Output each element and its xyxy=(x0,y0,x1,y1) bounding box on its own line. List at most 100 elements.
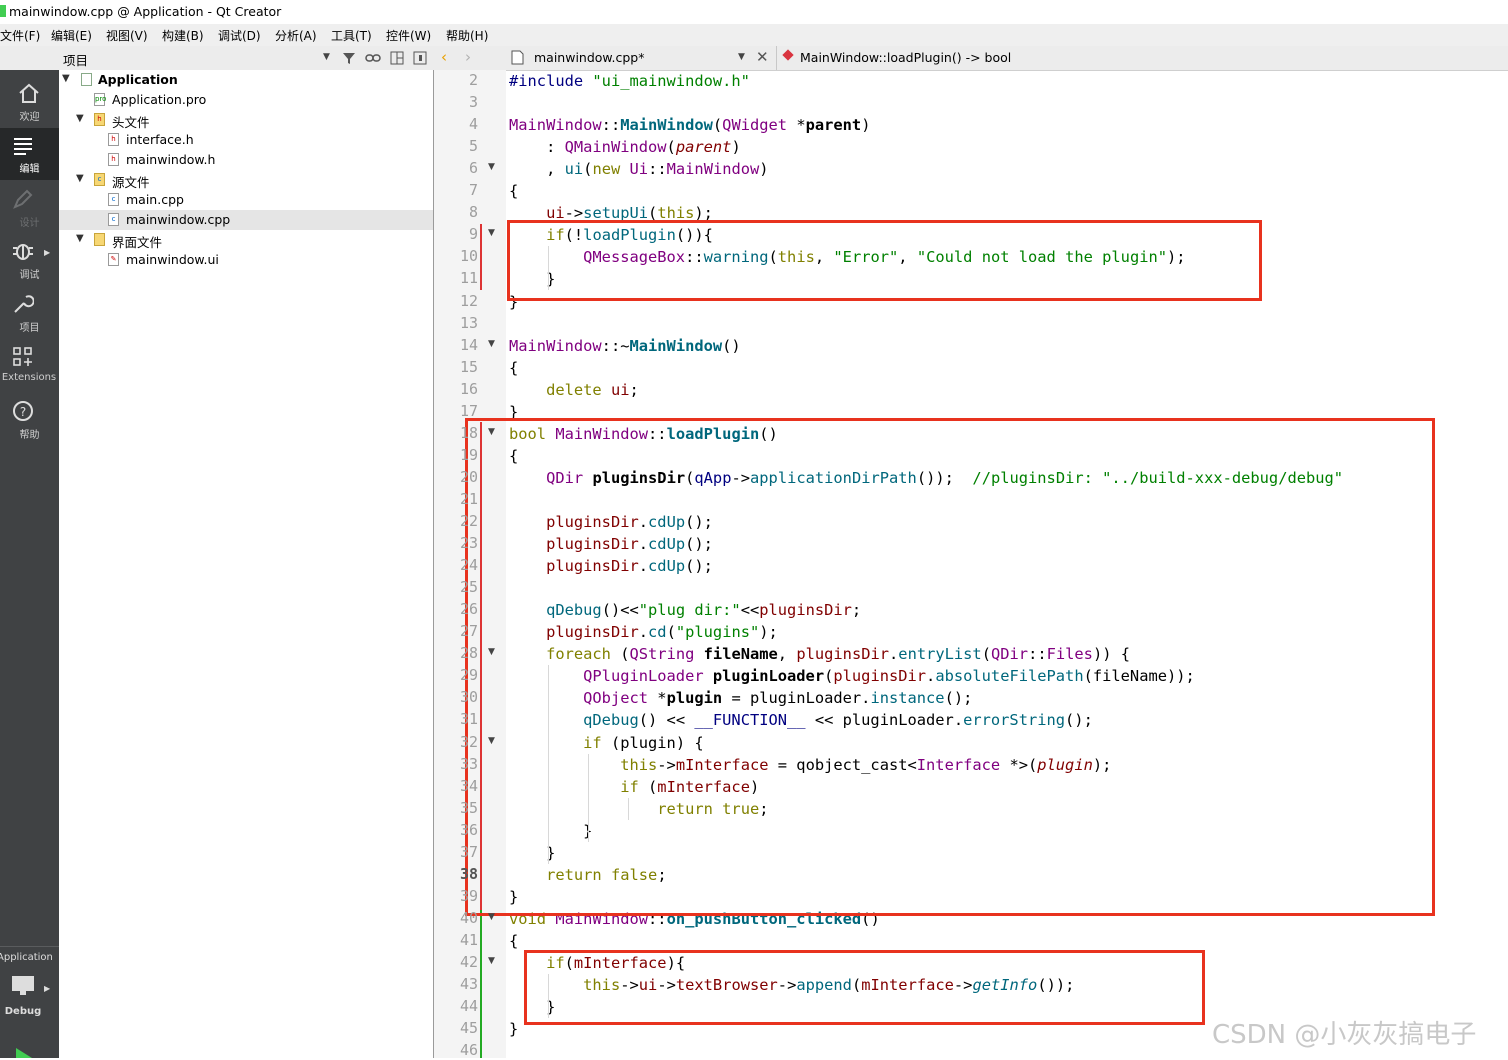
split-icon[interactable] xyxy=(390,51,404,65)
kit-divider xyxy=(0,946,59,947)
line-number: 25 xyxy=(459,578,478,597)
line-number: 16 xyxy=(459,379,478,398)
help-icon: ? xyxy=(13,401,33,421)
qt-creator-icon xyxy=(0,5,6,17)
line-number: 29 xyxy=(459,666,478,685)
window-titlebar: mainwindow.cpp @ Application - Qt Creato… xyxy=(0,0,1508,24)
line-number: 26 xyxy=(459,600,478,619)
close-panel-icon[interactable] xyxy=(413,51,427,65)
annotation-box-loadplugin-function xyxy=(465,418,1435,916)
tree-root[interactable]: ▼ Application xyxy=(59,70,433,90)
fold-arrow-icon[interactable]: ▼ xyxy=(488,736,495,746)
menu-analyze[interactable]: 分析(A) xyxy=(275,27,317,44)
header-folder-icon: h xyxy=(94,113,105,126)
line-number: 46 xyxy=(459,1041,478,1060)
annotation-box-loadplugin-call xyxy=(507,220,1262,301)
collapse-arrow-icon[interactable]: ▼ xyxy=(62,73,70,84)
back-arrow-icon[interactable]: ‹ xyxy=(441,48,447,66)
menu-help[interactable]: 帮助(H) xyxy=(446,27,488,44)
code-line[interactable]: { xyxy=(509,359,518,377)
fold-arrow-icon[interactable]: ▼ xyxy=(488,228,495,238)
line-number: 37 xyxy=(459,842,478,861)
line-number: 7 xyxy=(468,181,478,200)
line-number: 2 xyxy=(468,71,478,89)
line-number: 13 xyxy=(459,313,478,332)
menu-file[interactable]: 文件(F) xyxy=(0,27,40,44)
line-number: 6 xyxy=(468,159,478,178)
code-line[interactable]: MainWindow::~MainWindow() xyxy=(509,337,741,355)
monitor-icon xyxy=(12,976,34,995)
fold-arrow-icon[interactable]: ▼ xyxy=(488,162,495,172)
collapse-arrow-icon[interactable]: ▼ xyxy=(76,233,84,244)
code-line[interactable]: { xyxy=(509,932,518,950)
design-icon xyxy=(13,189,33,209)
line-number: 36 xyxy=(459,820,478,839)
tree-item-mainwindow-ui[interactable]: ✎ mainwindow.ui xyxy=(59,250,433,270)
menu-view[interactable]: 视图(V) xyxy=(106,27,148,44)
tree-item-mainwindow-h[interactable]: h mainwindow.h xyxy=(59,150,433,170)
menu-controls[interactable]: 控件(W) xyxy=(386,27,431,44)
line-number: 44 xyxy=(459,997,478,1016)
fold-arrow-icon[interactable]: ▼ xyxy=(488,647,495,657)
tree-item-main-cpp[interactable]: c main.cpp xyxy=(59,190,433,210)
forward-arrow-icon[interactable]: › xyxy=(465,48,471,66)
mode-debug[interactable]: ▶ 调试 xyxy=(0,234,59,286)
code-line[interactable]: , ui(new Ui::MainWindow) xyxy=(509,160,769,178)
code-line[interactable]: { xyxy=(509,182,518,200)
line-number: 24 xyxy=(459,556,478,575)
line-number: 3 xyxy=(468,93,478,112)
code-line[interactable]: MainWindow::MainWindow(QWidget *parent) xyxy=(509,116,870,134)
menu-build[interactable]: 构建(B) xyxy=(162,27,204,44)
kit-expand-icon: ▶ xyxy=(44,984,51,993)
line-number: 35 xyxy=(459,798,478,817)
close-file-icon[interactable]: ✕ xyxy=(756,48,769,66)
fold-arrow-icon[interactable]: ▼ xyxy=(488,427,495,437)
line-number: 34 xyxy=(459,776,478,795)
tree-item-interface-h[interactable]: h interface.h xyxy=(59,130,433,150)
code-line[interactable]: #include "ui_mainwindow.h" xyxy=(509,72,750,90)
mode-extensions[interactable]: Extensions xyxy=(0,340,59,392)
line-number: 5 xyxy=(468,137,478,156)
projects-panel-title: 项目 xyxy=(63,53,89,68)
line-number: 38 xyxy=(459,864,478,883)
mode-welcome[interactable]: 欢迎 xyxy=(0,76,59,128)
fold-arrow-icon[interactable]: ▼ xyxy=(488,912,495,922)
filter-icon[interactable] xyxy=(342,51,356,65)
code-line[interactable]: : QMainWindow(parent) xyxy=(509,138,741,156)
editor-toolbar: 项目 ▼ ‹ › mainwindow.cpp* ▼ ✕ MainWindow:… xyxy=(0,46,1508,71)
mode-help[interactable]: ? 帮助 xyxy=(0,394,59,446)
line-number: 23 xyxy=(459,534,478,553)
indent-guide xyxy=(628,797,629,820)
kit-selector[interactable]: ▶ Debug xyxy=(0,970,59,1022)
panel-select-dropdown-icon[interactable]: ▼ xyxy=(323,52,330,62)
tree-item-pro[interactable]: pro Application.pro xyxy=(59,90,433,110)
line-number: 43 xyxy=(459,975,478,994)
line-number: 15 xyxy=(459,357,478,376)
mode-edit[interactable]: 编辑 xyxy=(0,128,59,180)
cpp-file-icon xyxy=(511,50,524,65)
menu-edit[interactable]: 编辑(E) xyxy=(51,27,92,44)
file-dropdown-icon[interactable]: ▼ xyxy=(738,52,745,62)
mode-design[interactable]: 设计 xyxy=(0,182,59,234)
menu-tools[interactable]: 工具(T) xyxy=(331,27,372,44)
menu-debug[interactable]: 调试(D) xyxy=(218,27,261,44)
collapse-arrow-icon[interactable]: ▼ xyxy=(76,113,84,124)
code-line[interactable]: delete ui; xyxy=(509,381,639,399)
tree-folder-headers[interactable]: ▼ h 头文件 xyxy=(59,110,433,130)
tree-item-mainwindow-cpp[interactable]: c mainwindow.cpp xyxy=(59,210,433,230)
cpp-file-icon: c xyxy=(108,193,119,206)
annotation-box-button-handler xyxy=(524,950,1205,1025)
code-line[interactable]: } xyxy=(509,1020,518,1038)
tree-folder-sources[interactable]: ▼ c 源文件 xyxy=(59,170,433,190)
project-tree: ▼ Application pro Application.pro ▼ h 头文… xyxy=(59,70,433,1058)
function-selector[interactable]: MainWindow::loadPlugin() -> bool xyxy=(800,50,1011,65)
tree-folder-forms[interactable]: ▼ 界面文件 xyxy=(59,230,433,250)
link-icon[interactable] xyxy=(365,51,381,65)
debug-bug-icon xyxy=(13,244,33,260)
fold-arrow-icon[interactable]: ▼ xyxy=(488,339,495,349)
mode-projects[interactable]: 项目 xyxy=(0,287,59,339)
open-file-tab[interactable]: mainwindow.cpp* xyxy=(534,50,644,65)
cpp-file-icon: c xyxy=(108,213,119,226)
fold-arrow-icon[interactable]: ▼ xyxy=(488,956,495,966)
collapse-arrow-icon[interactable]: ▼ xyxy=(76,173,84,184)
